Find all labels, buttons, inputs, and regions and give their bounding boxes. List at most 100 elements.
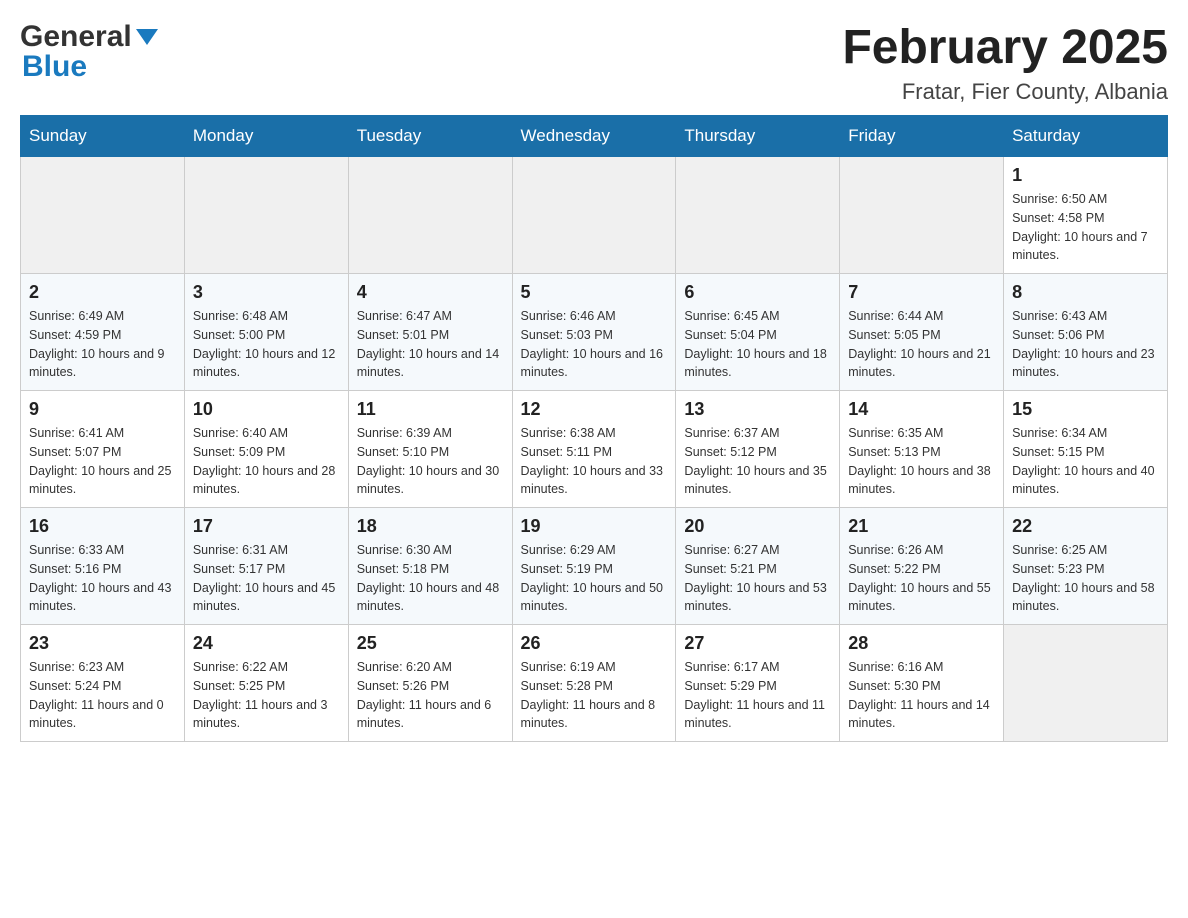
calendar-cell: 24Sunrise: 6:22 AM Sunset: 5:25 PM Dayli…: [184, 625, 348, 742]
day-info: Sunrise: 6:27 AM Sunset: 5:21 PM Dayligh…: [684, 541, 831, 616]
calendar-cell: 26 Sunrise: 6:19 AM Sunset: 5:28 PM Dayli…: [512, 625, 676, 742]
calendar-cell: [840, 157, 1004, 274]
day-info: Sunrise: 6:48 AM Sunset: 5:00 PM Dayligh…: [193, 307, 340, 382]
calendar-cell: 28 Sunrise: 6:16 AM Sunset: 5:30 PM Dayli…: [840, 625, 1004, 742]
calendar-week-row: 23 Sunrise: 6:23 AM Sunset: 5:24 PM Dayli…: [21, 625, 1168, 742]
day-info: Sunrise: 6:31 AM Sunset: 5:17 PM Dayligh…: [193, 541, 340, 616]
day-info: Sunrise: 6:22 AM Sunset: 5:25 PM Dayligh…: [193, 658, 340, 733]
day-info: Sunrise: 6:41 AM Sunset: 5:07 PM Dayligh…: [29, 424, 176, 499]
day-info: Sunrise: 6:49 AM Sunset: 4:59 PM Dayligh…: [29, 307, 176, 382]
day-number: 9: [29, 399, 176, 420]
day-info: Sunrise: 6:25 AM Sunset: 5:23 PM Dayligh…: [1012, 541, 1159, 616]
day-number: 7: [848, 282, 995, 303]
day-number: 6: [684, 282, 831, 303]
day-info: Sunrise: 6:17 AM Sunset: 5:29 PM Dayligh…: [684, 658, 831, 733]
day-info: Sunrise: 6:34 AM Sunset: 5:15 PM Dayligh…: [1012, 424, 1159, 499]
day-number: 5: [521, 282, 668, 303]
calendar-cell: 15 Sunrise: 6:34 AM Sunset: 5:15 PM Dayli…: [1004, 391, 1168, 508]
day-number: 11: [357, 399, 504, 420]
day-number: 19: [521, 516, 668, 537]
day-info: Sunrise: 6:29 AM Sunset: 5:19 PM Dayligh…: [521, 541, 668, 616]
month-title: February 2025: [842, 20, 1168, 75]
day-number: 18: [357, 516, 504, 537]
day-info: Sunrise: 6:45 AM Sunset: 5:04 PM Dayligh…: [684, 307, 831, 382]
day-info: Sunrise: 6:23 AM Sunset: 5:24 PM Dayligh…: [29, 658, 176, 733]
calendar-cell: 5 Sunrise: 6:46 AM Sunset: 5:03 PM Daylig…: [512, 274, 676, 391]
day-info: Sunrise: 6:44 AM Sunset: 5:05 PM Dayligh…: [848, 307, 995, 382]
calendar-cell: 25 Sunrise: 6:20 AM Sunset: 5:26 PM Dayli…: [348, 625, 512, 742]
calendar-cell: [676, 157, 840, 274]
calendar-body: 1 Sunrise: 6:50 AM Sunset: 4:58 PM Daylig…: [21, 157, 1168, 742]
logo: General Blue: [20, 20, 158, 84]
weekday-header-wednesday: Wednesday: [512, 116, 676, 157]
day-number: 14: [848, 399, 995, 420]
day-info: Sunrise: 6:39 AM Sunset: 5:10 PM Dayligh…: [357, 424, 504, 499]
day-number: 21: [848, 516, 995, 537]
day-number: 25: [357, 633, 504, 654]
calendar-cell: 4 Sunrise: 6:47 AM Sunset: 5:01 PM Daylig…: [348, 274, 512, 391]
day-number: 26: [521, 633, 668, 654]
calendar-cell: 27Sunrise: 6:17 AM Sunset: 5:29 PM Dayli…: [676, 625, 840, 742]
calendar-cell: 12 Sunrise: 6:38 AM Sunset: 5:11 PM Dayli…: [512, 391, 676, 508]
day-number: 1: [1012, 165, 1159, 186]
day-number: 28: [848, 633, 995, 654]
calendar-cell: 10 Sunrise: 6:40 AM Sunset: 5:09 PM Dayli…: [184, 391, 348, 508]
day-info: Sunrise: 6:19 AM Sunset: 5:28 PM Dayligh…: [521, 658, 668, 733]
calendar-cell: 6 Sunrise: 6:45 AM Sunset: 5:04 PM Daylig…: [676, 274, 840, 391]
day-info: Sunrise: 6:20 AM Sunset: 5:26 PM Dayligh…: [357, 658, 504, 733]
calendar-header: SundayMondayTuesdayWednesdayThursdayFrid…: [21, 116, 1168, 157]
calendar-cell: 8 Sunrise: 6:43 AM Sunset: 5:06 PM Daylig…: [1004, 274, 1168, 391]
calendar-cell: 20 Sunrise: 6:27 AM Sunset: 5:21 PM Dayli…: [676, 508, 840, 625]
day-info: Sunrise: 6:40 AM Sunset: 5:09 PM Dayligh…: [193, 424, 340, 499]
calendar-cell: [512, 157, 676, 274]
calendar-cell: 23 Sunrise: 6:23 AM Sunset: 5:24 PM Dayli…: [21, 625, 185, 742]
calendar-week-row: 2 Sunrise: 6:49 AM Sunset: 4:59 PM Daylig…: [21, 274, 1168, 391]
day-info: Sunrise: 6:46 AM Sunset: 5:03 PM Dayligh…: [521, 307, 668, 382]
calendar-cell: 22 Sunrise: 6:25 AM Sunset: 5:23 PM Dayli…: [1004, 508, 1168, 625]
calendar-cell: [21, 157, 185, 274]
day-number: 13: [684, 399, 831, 420]
day-number: 4: [357, 282, 504, 303]
calendar-cell: 7 Sunrise: 6:44 AM Sunset: 5:05 PM Daylig…: [840, 274, 1004, 391]
day-info: Sunrise: 6:50 AM Sunset: 4:58 PM Dayligh…: [1012, 190, 1159, 265]
weekday-header-tuesday: Tuesday: [348, 116, 512, 157]
title-section: February 2025 Fratar, Fier County, Alban…: [842, 20, 1168, 105]
day-number: 23: [29, 633, 176, 654]
calendar-cell: 2 Sunrise: 6:49 AM Sunset: 4:59 PM Daylig…: [21, 274, 185, 391]
calendar-cell: 3 Sunrise: 6:48 AM Sunset: 5:00 PM Daylig…: [184, 274, 348, 391]
day-info: Sunrise: 6:38 AM Sunset: 5:11 PM Dayligh…: [521, 424, 668, 499]
logo-general-text: General: [20, 20, 132, 54]
day-number: 17: [193, 516, 340, 537]
day-number: 12: [521, 399, 668, 420]
day-info: Sunrise: 6:47 AM Sunset: 5:01 PM Dayligh…: [357, 307, 504, 382]
page-header: General Blue February 2025 Fratar, Fier …: [20, 20, 1168, 105]
day-number: 16: [29, 516, 176, 537]
calendar-cell: 19 Sunrise: 6:29 AM Sunset: 5:19 PM Dayli…: [512, 508, 676, 625]
calendar-cell: [348, 157, 512, 274]
calendar-week-row: 9 Sunrise: 6:41 AM Sunset: 5:07 PM Daylig…: [21, 391, 1168, 508]
day-number: 2: [29, 282, 176, 303]
calendar-cell: 1 Sunrise: 6:50 AM Sunset: 4:58 PM Daylig…: [1004, 157, 1168, 274]
day-number: 8: [1012, 282, 1159, 303]
logo-blue-text: Blue: [22, 50, 87, 84]
day-number: 3: [193, 282, 340, 303]
day-info: Sunrise: 6:26 AM Sunset: 5:22 PM Dayligh…: [848, 541, 995, 616]
day-info: Sunrise: 6:16 AM Sunset: 5:30 PM Dayligh…: [848, 658, 995, 733]
location-title: Fratar, Fier County, Albania: [842, 79, 1168, 105]
calendar-week-row: 16Sunrise: 6:33 AM Sunset: 5:16 PM Dayli…: [21, 508, 1168, 625]
day-number: 20: [684, 516, 831, 537]
day-info: Sunrise: 6:37 AM Sunset: 5:12 PM Dayligh…: [684, 424, 831, 499]
calendar-cell: 16Sunrise: 6:33 AM Sunset: 5:16 PM Dayli…: [21, 508, 185, 625]
day-info: Sunrise: 6:43 AM Sunset: 5:06 PM Dayligh…: [1012, 307, 1159, 382]
calendar-cell: 11 Sunrise: 6:39 AM Sunset: 5:10 PM Dayli…: [348, 391, 512, 508]
day-number: 22: [1012, 516, 1159, 537]
calendar-cell: 18Sunrise: 6:30 AM Sunset: 5:18 PM Dayli…: [348, 508, 512, 625]
calendar-cell: 9 Sunrise: 6:41 AM Sunset: 5:07 PM Daylig…: [21, 391, 185, 508]
day-number: 10: [193, 399, 340, 420]
weekday-header-row: SundayMondayTuesdayWednesdayThursdayFrid…: [21, 116, 1168, 157]
day-info: Sunrise: 6:35 AM Sunset: 5:13 PM Dayligh…: [848, 424, 995, 499]
calendar-cell: 21 Sunrise: 6:26 AM Sunset: 5:22 PM Dayli…: [840, 508, 1004, 625]
day-number: 15: [1012, 399, 1159, 420]
weekday-header-thursday: Thursday: [676, 116, 840, 157]
calendar-week-row: 1 Sunrise: 6:50 AM Sunset: 4:58 PM Daylig…: [21, 157, 1168, 274]
